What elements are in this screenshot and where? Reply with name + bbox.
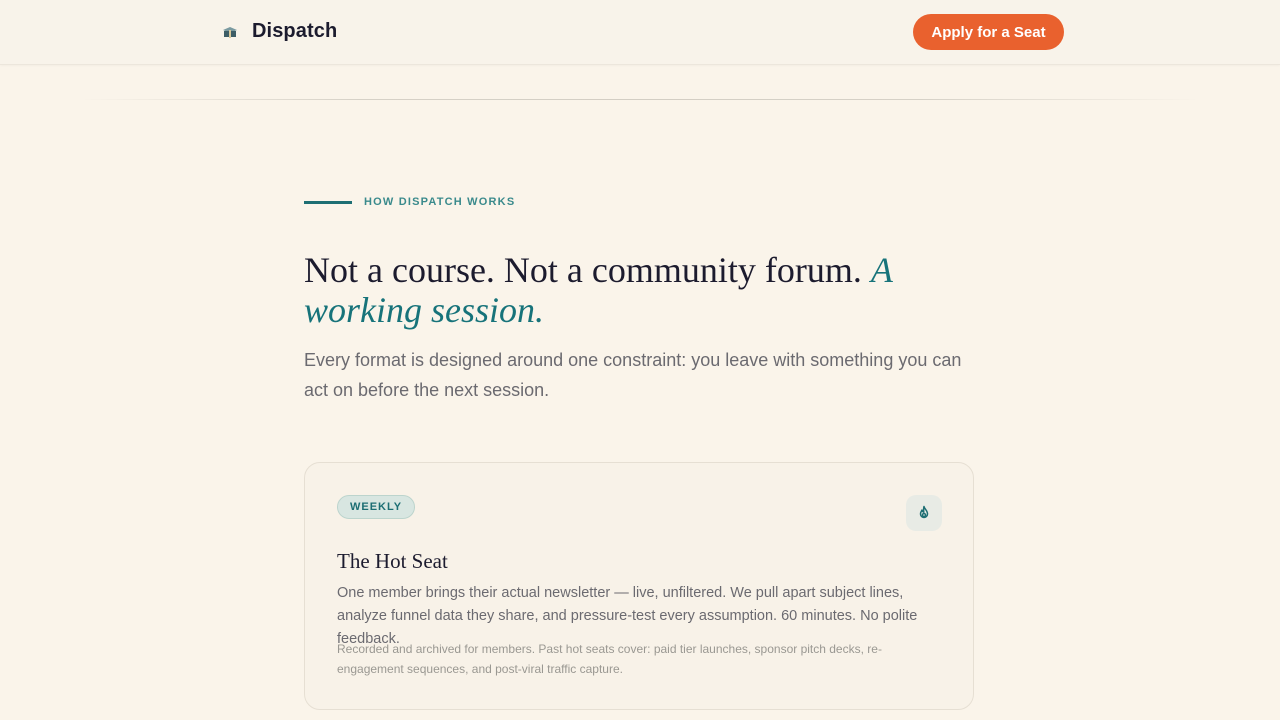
section-divider [80,99,1200,100]
stacked-papers-icon [220,22,240,42]
flame-icon [906,495,942,531]
apply-for-seat-button[interactable]: Apply for a Seat [913,14,1064,50]
brand-logo-link[interactable]: Dispatch [220,20,337,43]
card-footnote: Recorded and archived for members. Past … [337,642,882,676]
headline-plain: Not a course. Not a community forum. [304,250,871,290]
brand-name: Dispatch [252,20,338,42]
page-headline: Not a course. Not a community forum. A w… [304,250,944,330]
format-card-hot-seat: WEEKLY The Hot Seat One member brings th… [304,462,974,710]
card-title: The Hot Seat [337,549,448,573]
eyebrow-rule [304,200,352,204]
eyebrow-label: HOW DISPATCH WORKS [364,196,516,208]
page-subhead: Every format is designed around one cons… [304,350,962,400]
top-nav: Dispatch Apply for a Seat [0,0,1280,65]
section-eyebrow: HOW DISPATCH WORKS [304,196,515,208]
frequency-badge: WEEKLY [337,495,416,519]
